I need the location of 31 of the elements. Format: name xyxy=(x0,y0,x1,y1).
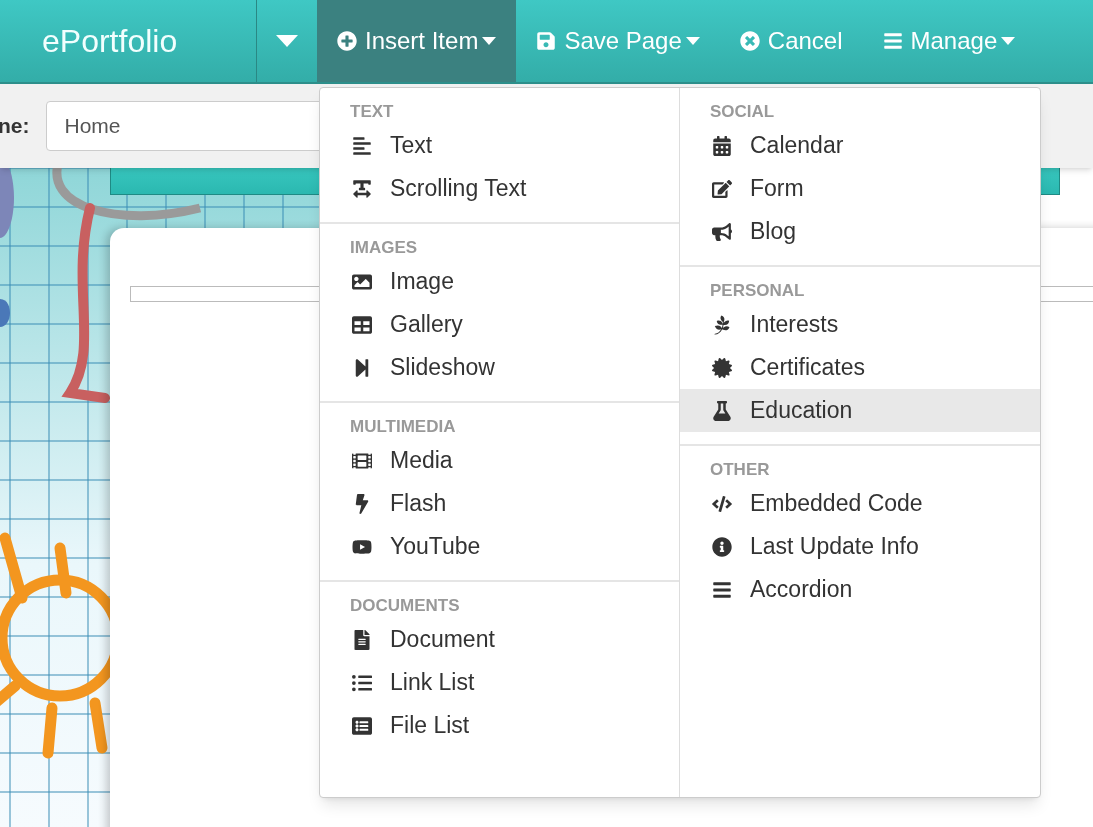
menu-icon xyxy=(882,31,903,51)
certificate-icon xyxy=(712,357,732,378)
table-icon xyxy=(352,314,372,335)
align-left-icon xyxy=(352,135,372,156)
section-heading: DOCUMENTS xyxy=(349,595,461,617)
caret-icon xyxy=(685,37,700,45)
section-heading: OTHER xyxy=(709,459,771,481)
info-icon xyxy=(712,536,732,557)
menu-icon xyxy=(712,579,732,600)
section-heading: PERSONAL xyxy=(709,280,806,302)
blob-drawing xyxy=(0,299,10,327)
megaphone-icon xyxy=(712,221,732,242)
section-heading: IMAGES xyxy=(349,237,419,259)
section-heading: MULTIMEDIA xyxy=(349,416,457,438)
list-box-icon xyxy=(352,715,372,736)
caret-icon xyxy=(1001,37,1016,45)
calendar-icon xyxy=(712,135,732,156)
flask-icon xyxy=(712,400,732,421)
code-icon xyxy=(712,493,732,514)
edit-icon xyxy=(712,178,732,199)
blob-drawing xyxy=(0,168,14,238)
section-heading: SOCIAL xyxy=(709,101,776,123)
page-name-label: ne: xyxy=(0,113,30,140)
caret-icon xyxy=(276,35,298,47)
caret-icon xyxy=(482,37,497,45)
menu-item[interactable]: Education xyxy=(680,389,1040,432)
leaf-icon xyxy=(712,314,732,335)
document-icon xyxy=(352,629,372,650)
nav-menu-button[interactable]: Insert Item xyxy=(317,0,517,82)
list-icon xyxy=(352,672,372,693)
text-width-icon xyxy=(352,178,372,199)
